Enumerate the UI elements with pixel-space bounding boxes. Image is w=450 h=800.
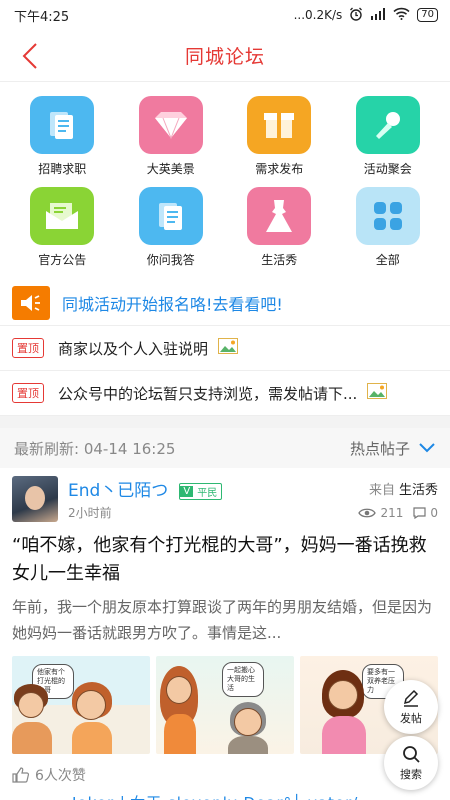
document-icon: [138, 187, 203, 245]
next-post-preview: Joker丿女王 slovenly Dear°┘ yater/: [12, 792, 438, 800]
category-jobs[interactable]: 招聘求职: [8, 96, 117, 177]
view-count: 211: [380, 505, 404, 520]
post-source: 来自 生活秀: [369, 479, 438, 498]
pinned-post[interactable]: 置顶 商家以及个人入驻说明: [0, 326, 450, 371]
battery-indicator: 70: [417, 8, 438, 22]
post-time: 2小时前: [68, 506, 112, 520]
level-name: 平民: [197, 488, 218, 499]
comic-caption: 一起搬心大哥的生活: [222, 662, 264, 697]
thumbs-up-icon: [12, 767, 29, 783]
pencil-icon: [403, 689, 419, 707]
category-qa[interactable]: 你问我答: [117, 187, 226, 268]
image-icon: [218, 338, 239, 358]
search-button[interactable]: 搜索: [384, 736, 438, 790]
source-label: 来自: [368, 483, 395, 498]
comment-icon: [413, 506, 426, 519]
chevron-left-icon: [22, 43, 37, 69]
page-title: 同城论坛: [184, 46, 265, 68]
avatar[interactable]: [12, 476, 58, 522]
document-icon: [30, 96, 95, 154]
dress-icon: [247, 187, 312, 245]
sort-dropdown[interactable]: 热点帖子: [350, 438, 436, 459]
chevron-down-icon: [419, 443, 435, 453]
category-label: 大英美景: [146, 162, 195, 176]
post-card[interactable]: End丶已陌つ V 平民 来自 生活秀 2小时前 211 0 “咱不嫁，他家有个…: [0, 468, 450, 800]
category-scenery[interactable]: 大英美景: [117, 96, 226, 177]
new-post-label: 发帖: [400, 712, 422, 725]
pinned-post[interactable]: 置顶 公众号中的论坛暂只支持浏览，需发帖请下...: [0, 371, 450, 416]
announcement-text: 同城活动开始报名咯!去看看吧!: [62, 294, 283, 314]
announcement-bar[interactable]: 同城活动开始报名咯!去看看吧!: [0, 280, 450, 326]
alarm-icon: [349, 7, 363, 24]
refresh-time: 04-14 16:25: [83, 439, 176, 458]
back-button[interactable]: [18, 40, 48, 72]
pinned-badge: 置顶: [12, 338, 44, 358]
new-post-button[interactable]: 发帖: [384, 680, 438, 734]
refresh-label: 最新刷新:: [14, 439, 80, 458]
user-level-badge: V 平民: [179, 483, 223, 500]
post-username[interactable]: End丶已陌つ: [68, 481, 168, 501]
like-count: 6人次赞: [35, 768, 86, 784]
nav-bar: 同城论坛: [0, 30, 450, 82]
sort-label: 热点帖子: [349, 439, 410, 458]
pinned-title: 商家以及个人入驻说明: [58, 339, 209, 358]
wifi-icon: [393, 7, 410, 23]
category-notices[interactable]: 官方公告: [8, 187, 117, 268]
level-icon: V: [180, 486, 194, 497]
category-lifestyle[interactable]: 生活秀: [225, 187, 334, 268]
post-thumbnail[interactable]: 他家有个打光棍的大哥: [12, 656, 150, 754]
pinned-title: 公众号中的论坛暂只支持浏览，需发帖请下...: [58, 384, 358, 403]
category-label: 活动聚会: [363, 162, 412, 176]
pinned-badge: 置顶: [12, 383, 44, 403]
category-demand[interactable]: 需求发布: [225, 96, 334, 177]
diamond-icon: [138, 96, 203, 154]
status-time: 下午4:25: [14, 9, 70, 25]
envelope-icon: [30, 187, 95, 245]
box-icon: [247, 96, 312, 154]
category-all[interactable]: 全部: [334, 187, 443, 268]
grid-icon: [355, 187, 420, 245]
category-label: 生活秀: [261, 253, 298, 267]
category-label: 招聘求职: [38, 162, 87, 176]
category-label: 全部: [375, 253, 400, 267]
eye-icon: [358, 508, 377, 517]
category-grid: 招聘求职 大英美景 需求发布 活动聚会 官方公告 你问我答 生活秀 全部: [0, 82, 450, 276]
signal-icon: [370, 7, 386, 23]
post-excerpt: 年前，我一个朋友原本打算跟谈了两年的男朋友结婚，但是因为她妈妈一番话就跟男方吹了…: [12, 598, 433, 642]
post-thumbnail[interactable]: 一起搬心大哥的生活: [156, 656, 294, 754]
speaker-icon: [12, 285, 50, 320]
microphone-icon: [355, 96, 420, 154]
last-refresh: 最新刷新: 04-14 16:25: [14, 438, 175, 459]
category-events[interactable]: 活动聚会: [334, 96, 443, 177]
category-label: 你问我答: [146, 253, 195, 267]
refresh-bar: 最新刷新: 04-14 16:25 热点帖子: [0, 428, 450, 468]
search-icon: [403, 746, 420, 763]
post-images: 他家有个打光棍的大哥 一起搬心大哥的生活 要多有一双养老压力: [12, 656, 438, 754]
status-bar: 下午4:25 ...0.2K/s 70: [0, 0, 450, 30]
category-label: 官方公告: [38, 253, 87, 267]
comment-count: 0: [430, 505, 438, 520]
search-label: 搜索: [400, 768, 422, 781]
post-title[interactable]: “咱不嫁，他家有个打光棍的大哥”，妈妈一番话挽救女儿一生幸福: [12, 532, 438, 588]
network-speed: ...0.2K/s: [293, 8, 343, 22]
image-icon: [367, 383, 388, 403]
source-category[interactable]: 生活秀: [399, 483, 438, 498]
section-divider: [0, 416, 450, 428]
like-row[interactable]: 6人次赞: [12, 762, 438, 788]
category-label: 需求发布: [255, 162, 304, 176]
